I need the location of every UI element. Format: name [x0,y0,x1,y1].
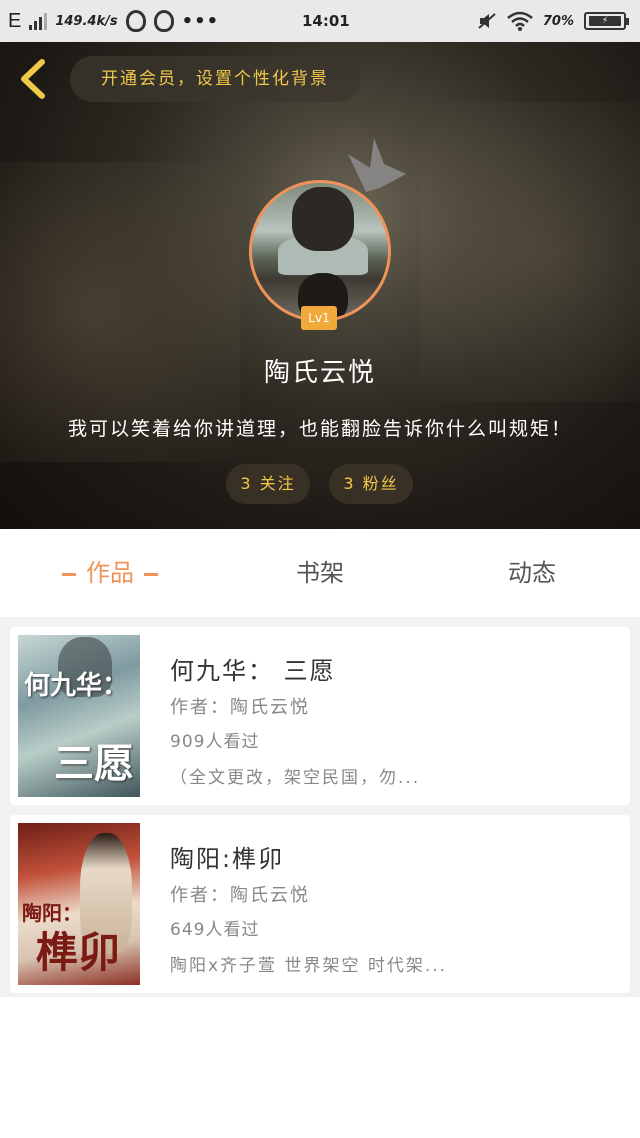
fans-button[interactable]: 3 粉丝 [329,464,413,504]
network-speed: 149.4k/s [55,13,118,29]
status-bar: E 149.4k/s ••• 14:01 70% ⚡ [0,0,640,42]
level-badge: Lv1 [301,306,337,330]
book-title[interactable]: 陶阳:榫卯 [170,839,284,874]
book-card[interactable]: 陶阳： 榫卯 陶阳:榫卯 作者：陶氏云悦 649人看过 陶阳x齐子萱 世界架空 … [10,815,630,993]
works-list: 何九华： 三愿 何九华： 三愿 作者：陶氏云悦 909人看过 （全文更改，架空民… [0,617,640,997]
book-author: 作者：陶氏云悦 [170,885,310,906]
battery-icon: ⚡ [584,12,629,30]
vip-background-button[interactable]: 开通会员，设置个性化背景 [70,56,360,102]
tab-activity[interactable]: 动态 [462,529,602,617]
crown-icon [348,138,406,192]
follow-stats: 3 关注 3 粉丝 [0,464,640,504]
mute-icon [478,13,496,29]
tab-bookshelf-label: 书架 [296,559,344,587]
tab-bookshelf[interactable]: 书架 [250,529,390,617]
book-cover[interactable]: 陶阳： 榫卯 [18,823,140,985]
tab-works-label: 作品 [86,559,134,587]
back-arrow-icon[interactable] [14,56,54,102]
battery-percent: 70% [542,13,574,29]
status-bar-right: 70% ⚡ [477,0,629,42]
wifi-icon [507,11,533,31]
profile-header: 开通会员，设置个性化背景 Lv1 陶氏云悦 我可以笑着给你讲道理，也能翻脸告诉你… [0,42,640,529]
cover-title-bottom: 榫卯 [36,928,121,977]
cover-title-bottom: 三愿 [54,740,134,787]
book-description: 陶阳x齐子萱 世界架空 时代架... [170,956,448,976]
cover-title-top: 何九华： [24,671,129,701]
book-title[interactable]: 何九华： 三愿 [170,651,336,686]
status-bar-left: E 149.4k/s ••• [8,0,219,42]
tab-indicator-left [62,572,76,576]
book-description: （全文更改，架空民国，勿... [170,768,421,788]
book-author: 作者：陶氏云悦 [170,697,310,718]
network-type: E [8,9,22,32]
tab-works[interactable]: 作品 [40,529,180,617]
following-button[interactable]: 3 关注 [226,464,310,504]
book-read-count: 909人看过 [170,732,260,752]
more-dots-icon: ••• [181,10,220,32]
book-cover[interactable]: 何九华： 三愿 [18,635,140,797]
clock: 14:01 [302,12,350,30]
bio: 我可以笑着给你讲道理，也能翻脸告诉你什么叫规矩！ [67,418,572,440]
tab-indicator-right [144,572,158,576]
tab-activity-label: 动态 [508,559,556,587]
qq-icon-2 [153,10,174,32]
book-read-count: 649人看过 [170,920,260,940]
signal-icon [29,12,48,30]
qq-icon [125,10,146,32]
username: 陶氏云悦 [263,358,376,388]
avatar[interactable] [249,180,391,322]
book-card[interactable]: 何九华： 三愿 何九华： 三愿 作者：陶氏云悦 909人看过 （全文更改，架空民… [10,627,630,805]
profile-tabs: 作品 书架 动态 [0,529,640,617]
